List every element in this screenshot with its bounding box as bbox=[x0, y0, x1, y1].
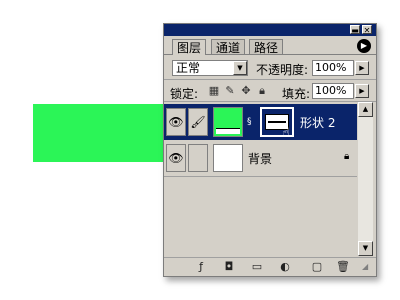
fill-arrow-icon[interactable]: ▶ bbox=[355, 84, 369, 98]
lock-all-icon[interactable]: 🔒︎ bbox=[256, 85, 268, 97]
resize-grip-icon[interactable]: ◢ bbox=[362, 262, 368, 271]
minimize-icon[interactable]: ▬ bbox=[350, 25, 360, 35]
tab-layers[interactable]: 图层 bbox=[172, 39, 207, 55]
fill-label: 填充: bbox=[282, 87, 311, 101]
fill-field[interactable]: 100% bbox=[312, 83, 354, 99]
panel-bottom-bar: ƒ ◘ ▭ ◐ ▢ 🗑︎ ◢ bbox=[164, 257, 376, 276]
chevron-down-icon[interactable]: ▼ bbox=[233, 61, 247, 75]
layers-panel: ▬ ✕ 图层 通道 路径 ▶ 正常 ▼ 不透明度: 100% ▶ 锁定: ▦ ✎… bbox=[163, 23, 377, 277]
divider bbox=[164, 79, 376, 80]
panel-menu-icon[interactable]: ▶ bbox=[357, 39, 371, 53]
layer-row-shape2[interactable]: 👁︎ 🖌︎ § ☝ 形状 2 bbox=[164, 104, 357, 141]
panel-titlebar[interactable]: ▬ ✕ bbox=[164, 24, 376, 36]
scrollbar[interactable]: ▲ ▼ bbox=[358, 102, 373, 256]
trash-icon[interactable]: 🗑︎ bbox=[336, 260, 350, 274]
lock-pixels-icon[interactable]: ✎ bbox=[224, 85, 236, 97]
layer-thumbnail[interactable] bbox=[213, 144, 243, 172]
layer-style-icon[interactable]: ƒ bbox=[194, 260, 208, 274]
hand-cursor-icon: ☝ bbox=[282, 126, 290, 141]
opacity-arrow-icon[interactable]: ▶ bbox=[355, 61, 369, 75]
blend-mode-select[interactable]: 正常 ▼ bbox=[172, 60, 248, 76]
fill-value: 100% bbox=[315, 84, 347, 97]
opacity-field[interactable]: 100% bbox=[312, 60, 354, 76]
link-icon[interactable]: § bbox=[247, 116, 253, 128]
adjustment-layer-icon[interactable]: ◐ bbox=[278, 260, 292, 274]
tab-paths[interactable]: 路径 bbox=[249, 39, 284, 55]
blend-mode-value: 正常 bbox=[176, 61, 201, 75]
layer-name[interactable]: 形状 2 bbox=[300, 114, 335, 131]
tab-channels[interactable]: 通道 bbox=[211, 39, 246, 55]
layer-row-background[interactable]: 👁︎ 背景 🔒︎ bbox=[164, 140, 357, 177]
new-group-icon[interactable]: ▭ bbox=[250, 260, 264, 274]
lock-transparent-icon[interactable]: ▦ bbox=[208, 85, 220, 97]
close-icon[interactable]: ✕ bbox=[362, 25, 372, 35]
scroll-down-icon[interactable]: ▼ bbox=[358, 241, 373, 256]
lock-label: 锁定: bbox=[170, 87, 199, 101]
scroll-up-icon[interactable]: ▲ bbox=[358, 102, 373, 117]
brush-icon[interactable]: 🖌︎ bbox=[188, 108, 208, 136]
opacity-value: 100% bbox=[315, 61, 347, 74]
brush-slot[interactable] bbox=[188, 144, 208, 172]
opacity-label: 不透明度: bbox=[256, 63, 309, 77]
add-mask-icon[interactable]: ◘ bbox=[222, 260, 236, 274]
lock-icon: 🔒︎ bbox=[344, 151, 350, 162]
eye-icon[interactable]: 👁︎ bbox=[166, 144, 186, 172]
layer-name[interactable]: 背景 bbox=[248, 150, 272, 167]
eye-icon[interactable]: 👁︎ bbox=[166, 108, 186, 136]
new-layer-icon[interactable]: ▢ bbox=[310, 260, 324, 274]
lock-position-icon[interactable]: ✥ bbox=[240, 85, 252, 97]
canvas-green-shape bbox=[33, 104, 173, 162]
layers-list: 👁︎ 🖌︎ § ☝ 形状 2 👁︎ 背景 🔒︎ bbox=[164, 102, 357, 256]
layer-thumbnail[interactable] bbox=[213, 107, 243, 137]
